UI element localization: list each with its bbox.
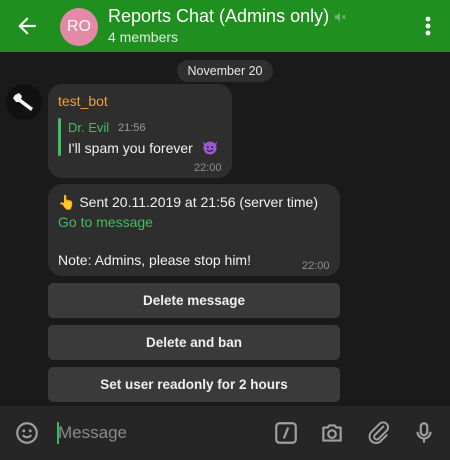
smiling-devil-emoji-icon [202, 141, 217, 155]
message-input[interactable] [58, 420, 258, 446]
chat-avatar[interactable]: RO [60, 8, 98, 46]
date-separator: November 20 [177, 60, 273, 82]
slash-command-icon[interactable] [273, 420, 299, 446]
member-count: 4 members [108, 29, 179, 45]
quote-text-body: I'll spam you forever [68, 140, 193, 156]
quote-bar [58, 118, 61, 156]
quote-author[interactable]: Dr. Evil [68, 120, 109, 135]
arrow-left-icon[interactable] [14, 13, 40, 39]
paperclip-icon[interactable] [366, 420, 392, 446]
delete-message-button[interactable]: Delete message [48, 283, 340, 318]
quote-time: 21:56 [118, 122, 146, 134]
microphone-icon[interactable] [411, 420, 437, 446]
report-line: 👆 Sent 20.11.2019 at 21:56 (server time) [58, 194, 318, 211]
quote-text: I'll spam you forever [68, 138, 219, 156]
message-time: 22:00 [302, 260, 330, 272]
message-time: 22:00 [194, 162, 222, 174]
set-readonly-button[interactable]: Set user readonly for 2 hours [48, 367, 340, 402]
report-note: Note: Admins, please stop him! [58, 252, 251, 268]
emoji-icon[interactable] [14, 420, 40, 446]
chat-title[interactable]: Reports Chat (Admins only) [108, 6, 329, 27]
message-composer [0, 406, 450, 460]
muted-speaker-icon [334, 12, 346, 22]
go-to-message-link[interactable]: Go to message [58, 214, 153, 230]
chat-header: RO Reports Chat (Admins only) 4 members [0, 0, 450, 52]
delete-and-ban-button[interactable]: Delete and ban [48, 325, 340, 360]
report-sent-text: Sent 20.11.2019 at 21:56 (server time) [79, 194, 318, 210]
kebab-menu-icon[interactable] [418, 12, 438, 40]
bot-avatar-wrench-icon[interactable] [6, 84, 42, 120]
bot-message-bubble[interactable]: test_bot Dr. Evil 21:56 I'll spam you fo… [48, 84, 232, 178]
message-sender[interactable]: test_bot [58, 93, 108, 109]
pointing-hand-emoji-icon: 👆 [58, 194, 76, 210]
report-message-bubble[interactable]: 👆 Sent 20.11.2019 at 21:56 (server time)… [48, 184, 340, 276]
camera-icon[interactable] [319, 420, 345, 446]
